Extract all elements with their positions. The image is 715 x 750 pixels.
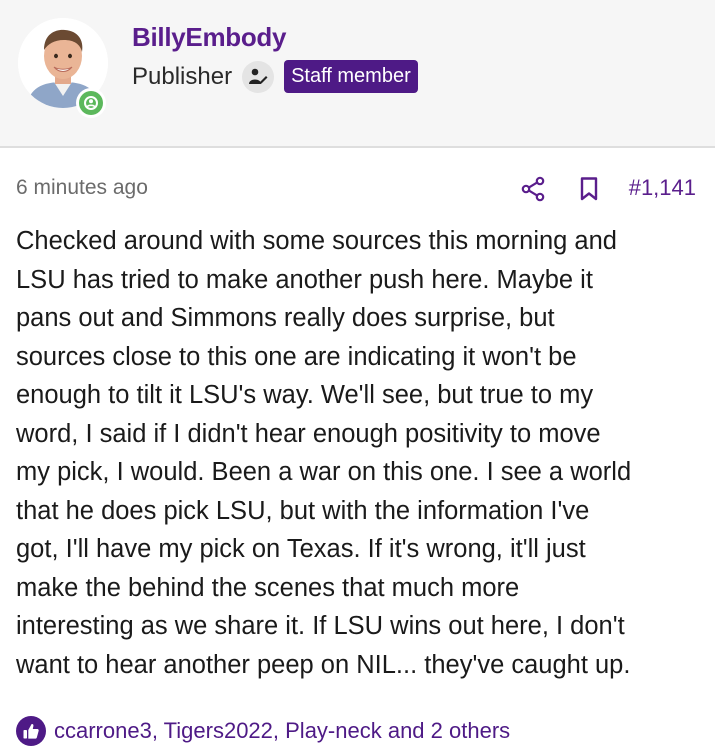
reactions-bar[interactable]: ccarrone3, Tigers2022, Play-neck and 2 o… <box>16 716 510 746</box>
staff-member-badge: Staff member <box>284 60 418 93</box>
post-body: Checked around with some sources this mo… <box>16 227 632 679</box>
post-number-link[interactable]: #1,141 <box>629 175 696 201</box>
bookmark-icon[interactable] <box>578 176 600 202</box>
author-role: Publisher <box>132 62 233 90</box>
user-edit-icon <box>242 60 275 93</box>
online-status-indicator <box>76 88 106 118</box>
author-role-row: Publisher Staff member <box>132 60 418 93</box>
online-status-icon <box>79 91 103 115</box>
share-icon[interactable] <box>520 176 546 202</box>
reaction-users-link[interactable]: ccarrone3, Tigers2022, Play-neck and 2 o… <box>54 718 510 744</box>
post-meta-row: 6 minutes ago #1,141 <box>16 174 696 204</box>
post-author-header: BillyEmbody Publisher Staff member <box>0 0 715 148</box>
thumbs-up-icon[interactable] <box>16 716 46 746</box>
author-username[interactable]: BillyEmbody <box>132 22 286 53</box>
post-timestamp[interactable]: 6 minutes ago <box>16 176 148 200</box>
